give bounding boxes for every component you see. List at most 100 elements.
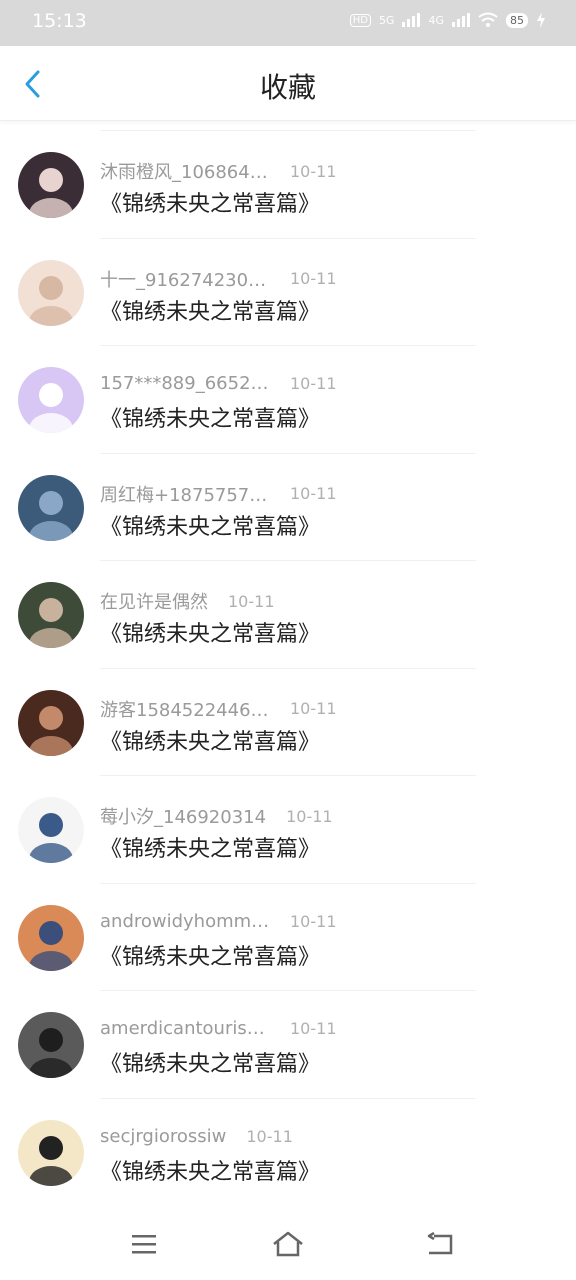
avatar[interactable] — [18, 259, 84, 326]
book-title[interactable]: 《锦绣未央之常喜篇》 — [100, 401, 320, 433]
date: 10-11 — [290, 699, 337, 718]
list-item[interactable]: androwidyhommesn 10-11 《锦绣未央之常喜篇》 — [0, 873, 576, 980]
home-button[interactable] — [268, 1226, 308, 1262]
row-meta: 周红梅+18757572... 10-11 — [100, 481, 337, 507]
system-nav-bar — [0, 1210, 576, 1280]
list-item[interactable]: 157***889_66521... 10-11 《锦绣未央之常喜篇》 — [0, 335, 576, 442]
list-item[interactable]: 在见许是偶然 10-11 《锦绣未央之常喜篇》 — [0, 550, 576, 657]
menu-icon — [132, 1235, 156, 1254]
avatar[interactable] — [18, 474, 84, 541]
avatar-image — [18, 367, 84, 433]
charging-icon — [537, 12, 545, 28]
menu-button[interactable] — [124, 1226, 164, 1262]
row-meta: 在见许是偶然 10-11 — [100, 588, 275, 614]
list-item[interactable]: 莓小汐_146920314 10-11 《锦绣未央之常喜篇》 — [0, 765, 576, 872]
hd-icon: HD — [349, 13, 371, 27]
book-title[interactable]: 《锦绣未央之常喜篇》 — [100, 831, 320, 863]
home-icon — [273, 1231, 303, 1257]
username[interactable]: 十一_9162742301... — [100, 266, 270, 292]
status-bar: 15:13 HD 5G 4G 85 — [0, 0, 576, 46]
username[interactable]: secjrgiorossiw — [100, 1126, 226, 1147]
date: 10-11 — [246, 1126, 293, 1146]
page-title: 收藏 — [259, 71, 316, 104]
row-divider — [100, 882, 476, 884]
avatar-image — [18, 1012, 84, 1078]
row-divider — [100, 775, 476, 776]
username[interactable]: 周红梅+18757572... — [100, 481, 270, 507]
book-title[interactable]: 《锦绣未央之常喜篇》 — [100, 616, 320, 648]
list-item[interactable]: 十一_9162742301... 10-11 《锦绣未央之常喜篇》 — [0, 228, 576, 335]
book-title[interactable]: 《锦绣未央之常喜篇》 — [100, 1154, 320, 1186]
date: 10-11 — [290, 161, 337, 181]
avatar-image — [18, 152, 84, 218]
list-item[interactable]: 周红梅+18757572... 10-11 《锦绣未央之常喜篇》 — [0, 443, 576, 550]
date: 10-11 — [290, 269, 337, 288]
row-meta: 莓小汐_146920314 10-11 — [100, 803, 333, 829]
row-meta: amerdicantouristaer 10-11 — [100, 1018, 337, 1039]
signal-bars-icon — [402, 13, 421, 27]
return-button[interactable] — [420, 1226, 460, 1262]
username[interactable]: 157***889_66521... — [100, 373, 270, 394]
book-title[interactable]: 《锦绣未央之常喜篇》 — [100, 294, 320, 326]
list-item[interactable]: 游客15845224462... 10-11 《锦绣未央之常喜篇》 — [0, 658, 576, 765]
list-item[interactable]: amerdicantouristaer 10-11 《锦绣未央之常喜篇》 — [0, 980, 576, 1087]
row-meta: 十一_9162742301... 10-11 — [100, 266, 337, 292]
username[interactable]: 莓小汐_146920314 — [100, 803, 266, 829]
date: 10-11 — [286, 806, 333, 826]
battery-icon: 85 — [506, 12, 528, 28]
header: 收藏 — [0, 46, 576, 121]
book-title[interactable]: 《锦绣未央之常喜篇》 — [100, 509, 320, 541]
book-title[interactable]: 《锦绣未央之常喜篇》 — [100, 1046, 320, 1078]
row-meta: 游客15845224462... 10-11 — [100, 696, 337, 722]
date: 10-11 — [290, 911, 337, 931]
avatar[interactable] — [18, 797, 84, 863]
row-meta: androwidyhommesn 10-11 — [100, 911, 337, 932]
date: 10-11 — [228, 591, 275, 611]
avatar-image — [18, 259, 84, 326]
signal-4g-label: 4G — [428, 13, 444, 27]
date: 10-11 — [290, 374, 337, 393]
row-divider — [100, 237, 476, 239]
back-icon — [427, 1232, 453, 1255]
username[interactable]: amerdicantouristaer — [100, 1018, 270, 1039]
date: 10-11 — [290, 1019, 337, 1038]
avatar[interactable] — [18, 367, 84, 433]
row-divider — [100, 452, 476, 454]
username[interactable]: androwidyhommesn — [100, 911, 270, 932]
row-divider — [100, 560, 476, 561]
avatar-image — [18, 1119, 84, 1186]
avatar-image — [18, 797, 84, 863]
username[interactable]: 沐雨橙风_1068640... — [100, 158, 270, 184]
avatar[interactable] — [18, 1012, 84, 1078]
avatar-image — [18, 904, 84, 971]
avatar[interactable] — [18, 689, 84, 756]
avatar[interactable] — [18, 582, 84, 648]
row-meta: 沐雨橙风_1068640... 10-11 — [100, 158, 337, 184]
wifi-icon — [478, 12, 498, 27]
avatar-image — [18, 474, 84, 541]
row-divider — [100, 130, 476, 131]
date: 10-11 — [290, 484, 337, 503]
username[interactable]: 在见许是偶然 — [100, 588, 208, 614]
book-title[interactable]: 《锦绣未央之常喜篇》 — [100, 939, 320, 971]
avatar[interactable] — [18, 904, 84, 971]
avatar[interactable] — [18, 1119, 84, 1186]
avatar[interactable] — [18, 152, 84, 218]
row-divider — [100, 345, 476, 346]
signal-5g-label: 5G — [378, 13, 395, 27]
row-meta: 157***889_66521... 10-11 — [100, 373, 337, 394]
row-divider — [100, 667, 476, 669]
row-divider — [100, 1097, 476, 1099]
avatar-image — [18, 689, 84, 756]
row-meta: secjrgiorossiw 10-11 — [100, 1126, 293, 1147]
row-divider — [100, 990, 476, 991]
book-title[interactable]: 《锦绣未央之常喜篇》 — [100, 186, 320, 218]
signal-bars-icon — [452, 13, 470, 27]
status-icons: HD 5G 4G 85 — [349, 12, 546, 28]
list-item[interactable]: 沐雨橙风_1068640... 10-11 《锦绣未央之常喜篇》 — [0, 120, 576, 227]
avatar-image — [18, 582, 84, 648]
book-title[interactable]: 《锦绣未央之常喜篇》 — [100, 724, 320, 756]
status-time: 15:13 — [32, 10, 87, 32]
username[interactable]: 游客15845224462... — [100, 696, 270, 722]
list-item[interactable]: secjrgiorossiw 10-11 《锦绣未央之常喜篇》 — [0, 1088, 576, 1195]
